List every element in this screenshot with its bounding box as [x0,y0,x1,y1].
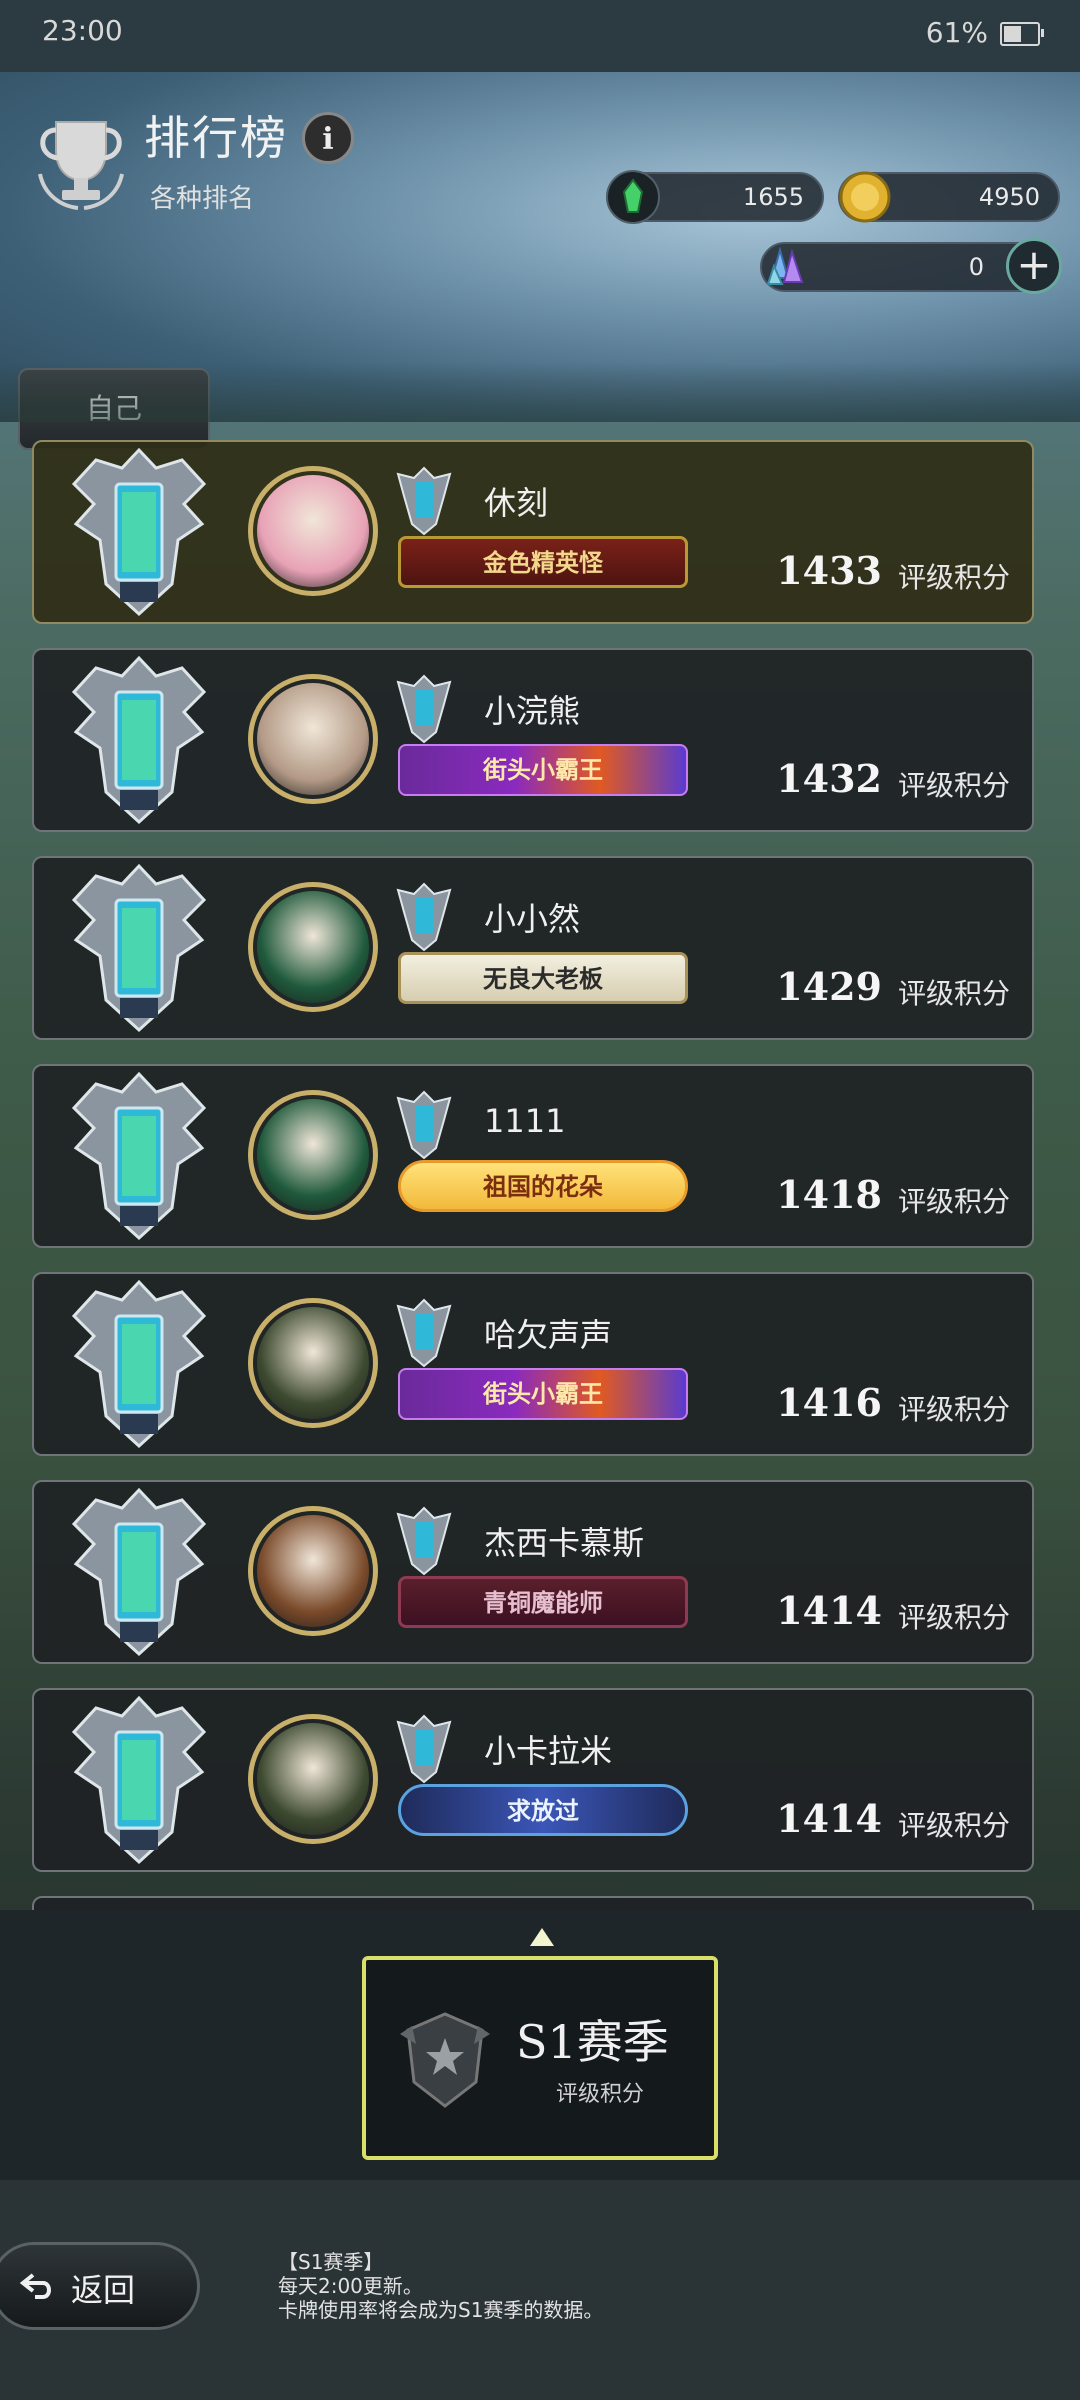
status-time: 23:00 [42,14,123,47]
rank-emblem-icon [64,1276,214,1452]
rating-label: 评级积分 [897,1393,1010,1426]
leaderboard-row[interactable]: 小小然无良大老板 1429 评级积分 [32,856,1034,1040]
title-badge: 无良大老板 [398,952,688,1004]
title-badge: 金色精英怪 [398,536,688,588]
leaderboard-row[interactable]: 小卡拉米求放过 1414 评级积分 [32,1688,1034,1872]
rating-label: 评级积分 [897,1809,1010,1842]
avatar[interactable] [248,1506,378,1636]
rank-emblem-icon [64,444,214,620]
back-label: 返回 [71,2271,136,2309]
player-name: 1111 [484,1102,566,1140]
rating-label: 评级积分 [897,561,1010,594]
avatar[interactable] [248,674,378,804]
trophy-icon [38,121,124,210]
leaderboard-row[interactable]: 休刻金色精英怪 1433 评级积分 [32,440,1034,624]
avatar-image [257,1515,369,1627]
player-name: 小浣熊 [484,692,581,730]
rank-emblem-icon [64,1484,214,1660]
avatar-image [257,1723,369,1835]
rating-label: 评级积分 [897,977,1010,1010]
title-badge: 求放过 [398,1784,688,1836]
back-button[interactable]: 返回 [0,2242,200,2330]
info-button[interactable]: i [302,112,354,164]
title-badge: 街头小霸王 [398,744,688,796]
season-title: S1赛季 [516,2015,669,2069]
player-name: 小小然 [484,900,581,938]
green-gem-value: 1655 [742,183,804,211]
rank-emblem-icon [64,1068,214,1244]
season-subtitle: 评级积分 [556,2082,645,2107]
rating-score: 1414 [776,1796,882,1841]
avatar[interactable] [248,1298,378,1428]
rating-score: 1429 [776,964,882,1009]
crystal-value: 0 [968,253,984,281]
gold-coin-icon [839,171,891,223]
battery-icon [1000,22,1044,46]
rating-score: 1418 [776,1172,882,1217]
avatar[interactable] [248,1090,378,1220]
note-line: 每天2:00更新。 [278,2274,423,2298]
rating-label: 评级积分 [897,1601,1010,1634]
plus-icon: + [1016,240,1052,289]
avatar[interactable] [248,466,378,596]
rating-score: 1433 [776,548,882,593]
green-gem-icon [606,170,660,224]
gold-coin-currency: 4950 [838,171,1060,223]
leaderboard-row[interactable]: 小浣熊街头小霸王 1432 评级积分 [32,648,1034,832]
rank-emblem-icon [64,652,214,828]
title-badge: 街头小霸王 [398,1368,688,1420]
page-title: 排行榜 [144,111,288,165]
leaderboard-row[interactable]: 1111 祖国的花朵 1418 评级积分 [32,1064,1034,1248]
rating-label: 评级积分 [897,769,1010,802]
rank-small-icon [394,1714,454,1784]
rank-small-icon [394,882,454,952]
avatar-image [257,683,369,795]
crystal-currency: 0 + [760,238,1062,294]
season-emblem-icon [400,2012,490,2108]
add-crystal-button[interactable]: + [1006,238,1062,294]
player-name: 杰西卡慕斯 [484,1524,645,1562]
avatar-image [257,891,369,1003]
leaderboard-list[interactable]: 休刻 金色精英怪 1433 评级积分 小浣熊 街头小霸王 1432 评级积分 小小然 无良大老板 1… [0,422,1080,1910]
title-badge: 祖国的花朵 [398,1160,688,1212]
rank-small-icon [394,466,454,536]
rating-score: 1432 [776,756,882,801]
gold-coin-value: 4950 [978,183,1040,211]
season-selector[interactable]: S1赛季 评级积分 [362,1956,718,2160]
page-subtitle: 各种排名 [150,184,255,214]
rank-small-icon [394,674,454,744]
avatar[interactable] [248,1714,378,1844]
header: 排行榜 各种排名 i 1655 4950 0 + 自己 [0,72,1080,450]
rating-score: 1414 [776,1588,882,1633]
leaderboard-row-partial[interactable] [32,1896,1034,1910]
status-bar: 23:00 61% [0,0,1080,72]
avatar-image [257,475,369,587]
rank-small-icon [394,1298,454,1368]
rank-emblem-icon [64,1692,214,1868]
rating-label: 评级积分 [897,1185,1010,1218]
battery-percent: 61% [925,16,988,49]
player-name: 小卡拉米 [484,1732,613,1770]
rating-score: 1416 [776,1380,882,1425]
note-line: 【S1赛季】 [278,2250,384,2274]
season-notes: 【S1赛季】 每天2:00更新。 卡牌使用率将会成为S1赛季的数据。 [278,2250,603,2322]
rank-small-icon [394,1090,454,1160]
leaderboard-row[interactable]: 杰西卡慕斯青铜魔能师 1414 评级积分 [32,1480,1034,1664]
rank-emblem-icon [64,860,214,1036]
player-name: 休刻 [484,484,549,522]
note-line: 卡牌使用率将会成为S1赛季的数据。 [278,2298,604,2322]
player-name: 哈欠声声 [484,1316,613,1354]
leaderboard-row[interactable]: 哈欠声声街头小霸王 1416 评级积分 [32,1272,1034,1456]
footer: 返回 【S1赛季】 每天2:00更新。 卡牌使用率将会成为S1赛季的数据。 [0,2180,1080,2400]
avatar-image [257,1099,369,1211]
green-gem-currency: 1655 [606,170,824,224]
crystal-icon [766,246,804,285]
season-arrow-icon [530,1928,554,1946]
back-arrow-icon [19,2273,51,2299]
avatar[interactable] [248,882,378,1012]
rank-small-icon [394,1506,454,1576]
battery-level [1004,26,1022,42]
avatar-image [257,1307,369,1419]
title-badge: 青铜魔能师 [398,1576,688,1628]
